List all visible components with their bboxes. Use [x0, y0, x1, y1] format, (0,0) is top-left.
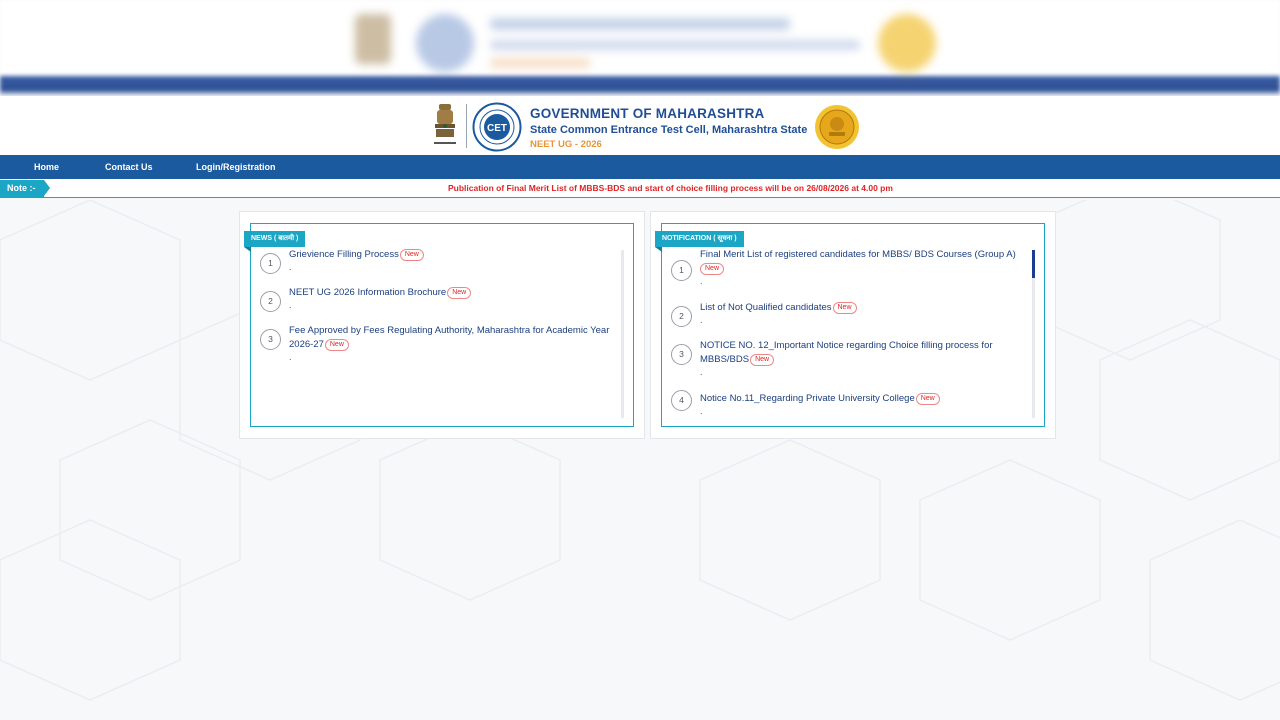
news-link[interactable]: Grievience Filling Process New [289, 248, 613, 262]
notification-scrollbar[interactable] [1032, 250, 1035, 418]
notification-item: 1 Final Merit List of registered candida… [671, 248, 1024, 301]
news-panel: NEWS ( बातमी ) 1 Grievience Filling Proc… [239, 211, 645, 439]
news-item: 3 Fee Approved by Fees Regulating Author… [260, 324, 613, 368]
notification-tag: NOTIFICATION ( सूचना ) [655, 231, 744, 252]
note-label: Note :- [0, 180, 50, 197]
notification-item: 4 Notice No.11_Regarding Private Univers… [671, 390, 1024, 422]
notification-scroll-thumb[interactable] [1032, 250, 1035, 278]
new-badge: New [447, 287, 472, 299]
news-link[interactable]: NEET UG 2026 Information Brochure New [289, 286, 613, 300]
government-title: GOVERNMENT OF MAHARASHTRA [530, 106, 765, 121]
cell-subtitle: State Common Entrance Test Cell, Maharas… [530, 124, 808, 136]
site-header: CET GOVERNMENT OF MAHARASHTRA State Comm… [0, 96, 1280, 155]
notification-panel: NOTIFICATION ( सूचना ) 1 Final Merit Lis… [650, 211, 1056, 439]
nav-home[interactable]: Home [34, 155, 59, 179]
notification-link[interactable]: Final Merit List of registered candidate… [700, 248, 1024, 276]
nav-login-registration[interactable]: Login/Registration [196, 155, 276, 179]
item-number: 1 [671, 260, 692, 281]
notification-link[interactable]: Notice No.11_Regarding Private Universit… [700, 392, 1024, 406]
news-scrollbar[interactable] [621, 250, 624, 418]
notification-link[interactable]: NOTICE NO. 12_Important Notice regarding… [700, 339, 1024, 367]
new-badge: New [399, 249, 424, 261]
cet-cell-logo-icon: CET [472, 102, 522, 152]
item-number: 1 [260, 253, 281, 274]
svg-text:CET: CET [487, 123, 507, 134]
item-number: 2 [260, 291, 281, 312]
news-item: 2 NEET UG 2026 Information Brochure New . [260, 286, 613, 324]
item-number: 3 [671, 344, 692, 365]
new-badge: New [832, 302, 857, 314]
header-divider [466, 104, 467, 148]
notification-item: 3 NOTICE NO. 12_Important Notice regardi… [671, 339, 1024, 392]
national-emblem-icon [434, 104, 456, 144]
new-badge: New [700, 263, 725, 275]
note-message[interactable]: Publication of Final Merit List of MBBS-… [448, 179, 893, 197]
exam-name: NEET UG - 2026 [530, 139, 602, 150]
background-banner [0, 0, 1280, 96]
item-number: 2 [671, 306, 692, 327]
news-item: 1 Grievience Filling Process New . [260, 248, 613, 286]
notification-list: 1 Final Merit List of registered candida… [671, 248, 1024, 422]
news-tag: NEWS ( बातमी ) [244, 231, 306, 252]
notification-item: 2 List of Not Qualified candidates New . [671, 301, 1024, 339]
item-number: 3 [260, 329, 281, 350]
note-bar: Note :- Publication of Final Merit List … [0, 179, 1280, 198]
main-navbar: Home Contact Us Login/Registration [0, 155, 1280, 179]
item-number: 4 [671, 390, 692, 411]
news-link[interactable]: Fee Approved by Fees Regulating Authorit… [289, 324, 613, 352]
notification-link[interactable]: List of Not Qualified candidates New [700, 301, 1024, 315]
new-badge: New [915, 393, 940, 405]
news-list: 1 Grievience Filling Process New . 2 NEET… [260, 248, 613, 368]
maharashtra-seal-icon [815, 105, 859, 149]
new-badge: New [750, 354, 775, 366]
nav-contact-us[interactable]: Contact Us [105, 155, 153, 179]
new-badge: New [324, 339, 349, 351]
